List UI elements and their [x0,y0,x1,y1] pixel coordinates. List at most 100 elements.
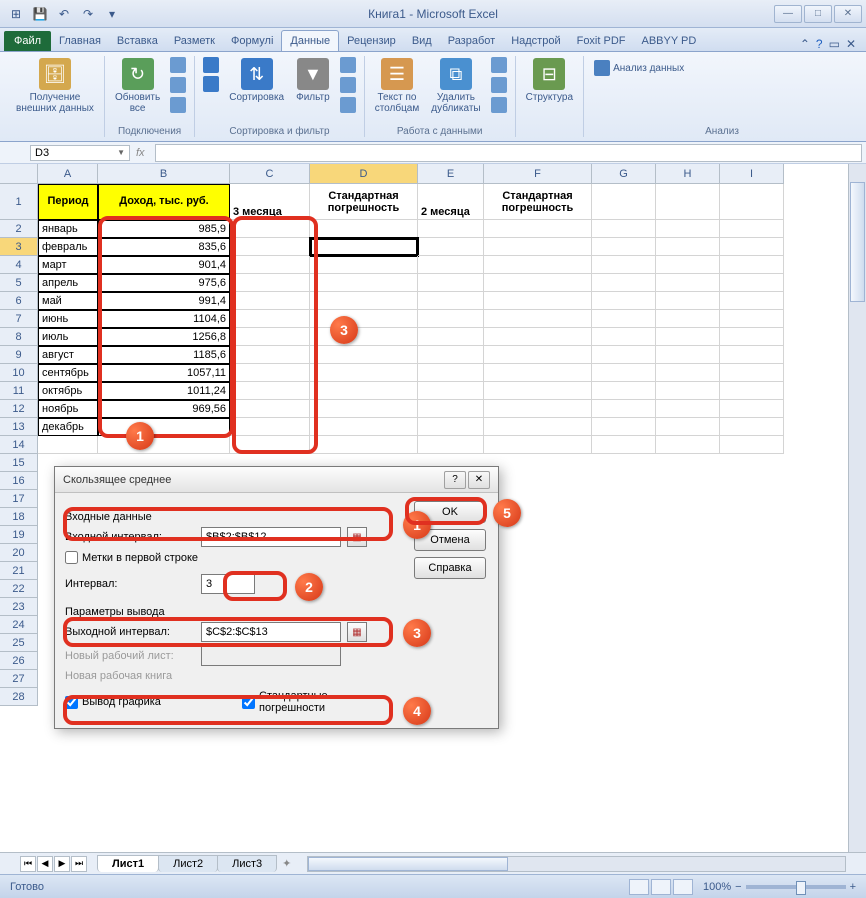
col-header-i[interactable]: I [720,164,784,184]
output-range-picker-icon[interactable] [347,622,367,642]
cell-b3[interactable]: 835,6 [98,238,230,256]
fx-icon[interactable]: fx [136,147,145,159]
row-header-6[interactable]: 6 [0,292,38,310]
cell[interactable] [720,256,784,274]
tab-formulas[interactable]: Формулі [223,31,281,51]
cell[interactable] [720,292,784,310]
data-analysis-button[interactable]: Анализ данных [590,56,688,80]
cell[interactable] [230,256,310,274]
tab-data[interactable]: Данные [281,30,339,51]
cell[interactable] [230,436,310,454]
zoom-level[interactable]: 100% [703,881,731,893]
view-normal-icon[interactable] [629,879,649,895]
cell[interactable] [310,310,418,328]
row-header-5[interactable]: 5 [0,274,38,292]
row-header-21[interactable]: 21 [0,562,38,580]
cell-d1[interactable]: Стандартная погрешность [310,184,418,220]
namebox-dropdown-icon[interactable]: ▼ [117,148,125,157]
row-header-10[interactable]: 10 [0,364,38,382]
sheet-tab-3[interactable]: Лист3 [217,855,277,872]
cell-a13[interactable]: декабрь [38,418,98,436]
cell-a8[interactable]: июль [38,328,98,346]
cell-e1[interactable]: 2 месяца [418,184,484,220]
cell[interactable] [592,184,656,220]
excel-icon[interactable]: ⊞ [6,4,26,24]
file-tab[interactable]: Файл [4,31,51,51]
cell[interactable] [656,256,720,274]
view-pagebreak-icon[interactable] [673,879,693,895]
cell[interactable] [98,436,230,454]
cell[interactable] [656,364,720,382]
cell[interactable] [310,364,418,382]
input-range-picker-icon[interactable] [347,527,367,547]
vertical-scrollbar[interactable] [848,164,866,852]
properties-button[interactable] [168,76,188,94]
cell[interactable] [418,436,484,454]
sort-za-button[interactable] [201,75,221,93]
cell-b8[interactable]: 1256,8 [98,328,230,346]
cell[interactable] [310,274,418,292]
labels-first-row-checkbox[interactable] [65,551,78,564]
sheet-nav-prev-icon[interactable]: ◀ [37,856,53,872]
cell[interactable] [656,274,720,292]
row-header-27[interactable]: 27 [0,670,38,688]
chart-output-checkbox[interactable] [65,696,78,709]
cell[interactable] [720,220,784,238]
cell-b1[interactable]: Доход, тыс. руб. [98,184,230,220]
row-header-20[interactable]: 20 [0,544,38,562]
col-header-d[interactable]: D [310,164,418,184]
row-header-16[interactable]: 16 [0,472,38,490]
cell[interactable] [310,256,418,274]
cell-a4[interactable]: март [38,256,98,274]
row-header-9[interactable]: 9 [0,346,38,364]
cell[interactable] [230,382,310,400]
row-header-17[interactable]: 17 [0,490,38,508]
row-header-8[interactable]: 8 [0,328,38,346]
cell[interactable] [418,400,484,418]
cell-f1[interactable]: Стандартная погрешность [484,184,592,220]
cell-a6[interactable]: май [38,292,98,310]
cell[interactable] [592,382,656,400]
cell[interactable] [310,436,418,454]
cell[interactable] [484,346,592,364]
cell[interactable] [592,328,656,346]
cell[interactable] [484,310,592,328]
cell[interactable] [484,220,592,238]
row-header-2[interactable]: 2 [0,220,38,238]
cell-c1[interactable]: 3 месяца [230,184,310,220]
remove-duplicates-button[interactable]: ⧉ Удалить дубликаты [427,56,484,116]
cell[interactable] [720,400,784,418]
cell[interactable] [720,238,784,256]
cell[interactable] [310,382,418,400]
redo-icon[interactable]: ↷ [78,4,98,24]
consolidate-button[interactable] [489,76,509,94]
cell[interactable] [656,238,720,256]
row-header-13[interactable]: 13 [0,418,38,436]
cell[interactable] [418,292,484,310]
cell[interactable] [720,346,784,364]
cell-b2[interactable]: 985,9 [98,220,230,238]
cell[interactable] [418,382,484,400]
undo-icon[interactable]: ↶ [54,4,74,24]
cell[interactable] [720,382,784,400]
edit-links-button[interactable] [168,96,188,114]
row-header-7[interactable]: 7 [0,310,38,328]
external-data-button[interactable]: 🗄 Получение внешних данных [12,56,98,116]
cell[interactable] [656,436,720,454]
cell[interactable] [592,256,656,274]
cell[interactable] [310,400,418,418]
dialog-close-icon[interactable]: ✕ [468,471,490,489]
row-header-11[interactable]: 11 [0,382,38,400]
cell[interactable] [418,346,484,364]
cell[interactable] [656,382,720,400]
new-sheet-icon[interactable]: ✦ [276,857,297,870]
col-header-h[interactable]: H [656,164,720,184]
sort-az-button[interactable] [201,56,221,74]
view-layout-icon[interactable] [651,879,671,895]
cell[interactable] [592,220,656,238]
cell-b13[interactable] [98,418,230,436]
dialog-help-icon[interactable]: ? [444,471,466,489]
cell-a3[interactable]: февраль [38,238,98,256]
cell[interactable] [592,274,656,292]
input-range-field[interactable] [201,527,341,547]
